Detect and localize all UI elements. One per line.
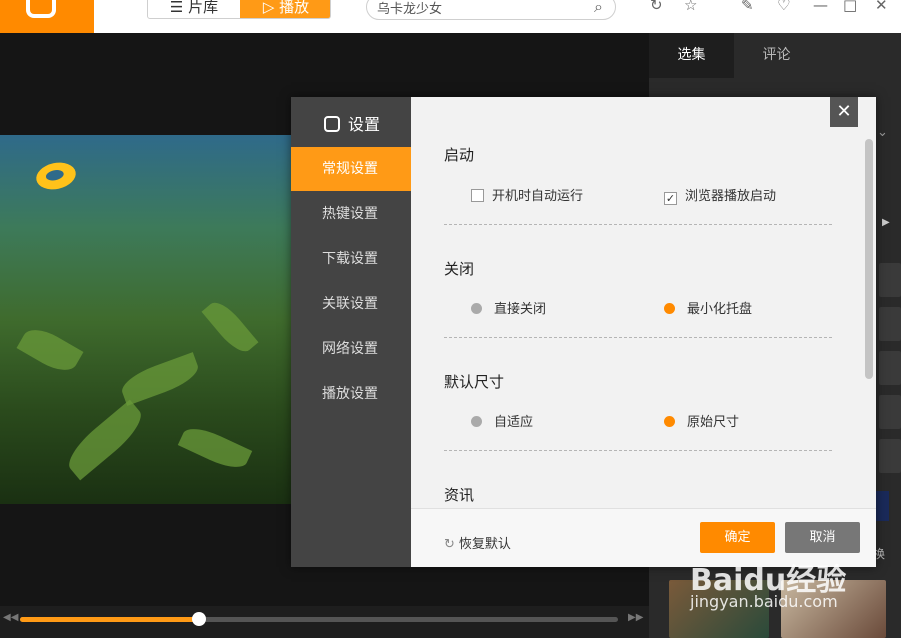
divider bbox=[444, 450, 832, 451]
episode-button[interactable] bbox=[879, 263, 901, 297]
dialog-title: 设置 bbox=[324, 111, 381, 134]
title-bar: ☰ 片库 ▷ 播放 ⌕ ↻ ☆ ✎ ♡ — □ ✕ bbox=[0, 0, 901, 33]
checkbox-autorun[interactable] bbox=[471, 189, 484, 202]
dialog-title-text: 设置 bbox=[348, 115, 381, 134]
radio-close-direct[interactable] bbox=[471, 303, 482, 314]
search-input[interactable] bbox=[377, 0, 577, 17]
radio-original-size[interactable] bbox=[664, 416, 675, 427]
tab-library[interactable]: ☰ 片库 bbox=[148, 0, 240, 18]
checkbox-browser-launch[interactable]: ✓ bbox=[664, 192, 677, 205]
video-detail bbox=[16, 322, 84, 378]
app-logo[interactable] bbox=[0, 0, 94, 33]
video-detail bbox=[117, 352, 203, 406]
search-icon[interactable]: ⌕ bbox=[594, 0, 603, 17]
restore-icon: ↻ bbox=[444, 537, 455, 552]
tab-comments[interactable]: 评论 bbox=[734, 33, 819, 78]
tab-library-label: 片库 bbox=[188, 0, 219, 16]
close-icon[interactable]: ✕ bbox=[830, 97, 858, 127]
tab-play[interactable]: ▷ 播放 bbox=[240, 0, 330, 18]
play-arrow-icon[interactable]: ▶ bbox=[882, 217, 890, 228]
radio-minimize-tray[interactable] bbox=[664, 303, 675, 314]
nav-association[interactable]: 关联设置 bbox=[291, 282, 411, 326]
progress-handle[interactable] bbox=[192, 612, 207, 626]
option-adaptive-label: 自适应 bbox=[494, 415, 534, 430]
option-browser-launch[interactable]: ✓ 浏览器播放启动 bbox=[664, 185, 776, 205]
option-close-direct[interactable]: 直接关闭 bbox=[471, 298, 546, 317]
option-original-size[interactable]: 原始尺寸 bbox=[664, 411, 739, 430]
maximize-icon[interactable]: □ bbox=[843, 0, 857, 14]
section-startup-title: 启动 bbox=[444, 146, 475, 164]
fast-forward-icon[interactable]: ▶▶ bbox=[628, 612, 643, 623]
option-original-size-label: 原始尺寸 bbox=[687, 415, 740, 430]
app-logo-icon bbox=[324, 116, 340, 132]
option-close-direct-label: 直接关闭 bbox=[494, 302, 547, 317]
player-controls: ◀◀ ▶▶ bbox=[0, 606, 649, 638]
video-detail bbox=[60, 399, 150, 481]
logo-mark-icon bbox=[26, 0, 56, 18]
video-detail bbox=[201, 296, 259, 358]
section-size-title: 默认尺寸 bbox=[444, 373, 505, 391]
option-minimize-tray[interactable]: 最小化托盘 bbox=[664, 298, 752, 317]
cancel-button[interactable]: 取消 bbox=[785, 522, 860, 553]
nav-network[interactable]: 网络设置 bbox=[291, 327, 411, 371]
restore-default-button[interactable]: ↻ 恢复默认 bbox=[444, 533, 511, 552]
episode-button[interactable] bbox=[879, 307, 901, 341]
edit-icon[interactable]: ✎ bbox=[741, 0, 754, 14]
episode-button[interactable] bbox=[879, 439, 901, 473]
divider bbox=[444, 337, 832, 338]
tab-play-label: 播放 bbox=[279, 0, 310, 16]
video-frame[interactable] bbox=[0, 135, 291, 504]
close-window-icon[interactable]: ✕ bbox=[875, 0, 888, 14]
radio-adaptive[interactable] bbox=[471, 416, 482, 427]
settings-sidebar: 设置 常规设置 热键设置 下载设置 关联设置 网络设置 播放设置 bbox=[291, 97, 411, 567]
confirm-button[interactable]: 确定 bbox=[700, 522, 775, 553]
chevron-down-icon[interactable]: ⌄ bbox=[877, 125, 888, 140]
settings-dialog: 设置 常规设置 热键设置 下载设置 关联设置 网络设置 播放设置 启动 开机时自… bbox=[291, 97, 876, 567]
highlight-button[interactable] bbox=[875, 491, 889, 521]
progress-fill bbox=[20, 617, 200, 622]
user-icon[interactable]: ☆ bbox=[684, 0, 697, 14]
nav-general[interactable]: 常规设置 bbox=[291, 147, 411, 191]
nav-hotkeys[interactable]: 热键设置 bbox=[291, 192, 411, 236]
restore-default-label: 恢复默认 bbox=[458, 537, 511, 552]
tab-episodes[interactable]: 选集 bbox=[649, 33, 734, 78]
settings-content: 启动 开机时自动运行 ✓ 浏览器播放启动 关闭 直接关闭 最小化托盘 默认尺寸 自… bbox=[411, 97, 876, 508]
scrollbar[interactable] bbox=[865, 139, 873, 379]
option-autorun-label: 开机时自动运行 bbox=[492, 189, 584, 204]
search-box: ⌕ bbox=[366, 0, 616, 20]
section-close-title: 关闭 bbox=[444, 260, 475, 278]
view-switch: ☰ 片库 ▷ 播放 bbox=[147, 0, 331, 19]
refresh-icon[interactable]: ↻ bbox=[650, 0, 663, 14]
skin-icon[interactable]: ♡ bbox=[777, 0, 790, 14]
divider bbox=[444, 224, 832, 225]
option-browser-launch-label: 浏览器播放启动 bbox=[685, 189, 777, 204]
episode-button[interactable] bbox=[879, 395, 901, 429]
section-info-title: 资讯 bbox=[444, 486, 475, 504]
episode-button[interactable] bbox=[879, 351, 901, 385]
option-minimize-tray-label: 最小化托盘 bbox=[687, 302, 753, 317]
nav-download[interactable]: 下载设置 bbox=[291, 237, 411, 281]
option-adaptive[interactable]: 自适应 bbox=[471, 411, 533, 430]
channel-logo-icon bbox=[33, 159, 79, 193]
rewind-icon[interactable]: ◀◀ bbox=[3, 612, 18, 623]
watermark-url: jingyan.baidu.com bbox=[690, 592, 838, 611]
minimize-icon[interactable]: — bbox=[813, 0, 828, 14]
nav-playback[interactable]: 播放设置 bbox=[291, 372, 411, 416]
video-detail bbox=[177, 421, 253, 475]
option-autorun[interactable]: 开机时自动运行 bbox=[471, 185, 583, 204]
progress-track[interactable] bbox=[20, 612, 618, 626]
